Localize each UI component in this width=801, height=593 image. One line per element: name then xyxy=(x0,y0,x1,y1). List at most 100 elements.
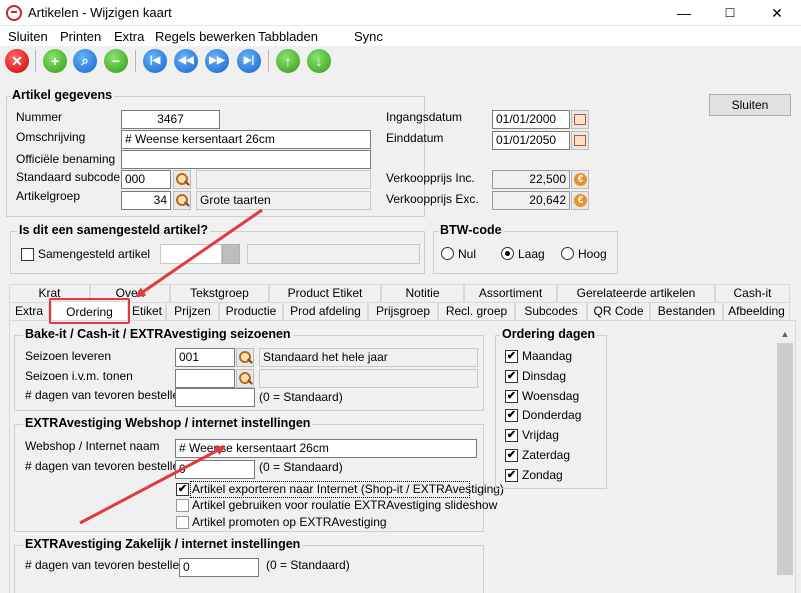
tab-tekstgroep[interactable]: Tekstgroep xyxy=(170,284,269,302)
next-icon[interactable]: ▶▶ xyxy=(205,49,229,73)
tab-qr-code[interactable]: QR Code xyxy=(587,302,650,320)
verkoopprijs-exc-field: 20,642 xyxy=(492,191,570,210)
annotation-highlight-box xyxy=(49,298,130,324)
seizoen-tonen-description xyxy=(259,369,478,388)
btw-radio-laag[interactable] xyxy=(501,247,514,260)
samengesteld-checkbox[interactable] xyxy=(21,248,34,261)
zakelijk-dagen-label: # dagen van tevoren bestellen xyxy=(25,558,186,572)
artikelgroep-field[interactable]: 34 xyxy=(121,191,171,210)
subcode-lookup-icon[interactable] xyxy=(173,170,191,189)
artikelgroep-label: Artikelgroep xyxy=(16,189,81,203)
menu-tabbladen[interactable]: Tabbladen xyxy=(258,29,318,44)
btw-radio-nul[interactable] xyxy=(441,247,454,260)
promoten-checkbox[interactable] xyxy=(176,516,189,529)
zakelijk-dagen-field[interactable]: 0 xyxy=(179,558,259,577)
seizoen-tonen-label: Seizoen i.v.m. tonen xyxy=(25,369,133,383)
ordering-dagen-legend: Ordering dagen xyxy=(500,327,598,341)
toolbar-separator xyxy=(135,50,136,72)
tab-productie[interactable]: Productie xyxy=(219,302,283,320)
einddatum-field[interactable]: 01/01/2050 xyxy=(492,131,570,150)
tab-extra[interactable]: Extra xyxy=(9,302,49,320)
remove-icon[interactable]: − xyxy=(104,49,128,73)
day-label-vrijdag: Vrijdag xyxy=(522,428,559,442)
einddatum-label: Einddatum xyxy=(386,131,444,145)
seizoen-leveren-lookup-icon[interactable] xyxy=(236,348,254,367)
menu-printen[interactable]: Printen xyxy=(60,29,101,44)
day-checkbox-woensdag[interactable]: ✔ xyxy=(505,390,518,403)
omschrijving-field[interactable]: # Weense kersentaart 26cm xyxy=(121,130,371,149)
nummer-field[interactable]: 3467 xyxy=(121,110,220,129)
officiele-benaming-label: Officiële benaming xyxy=(16,152,116,166)
search-icon[interactable]: ⌕ xyxy=(73,49,97,73)
minimize-button[interactable]: — xyxy=(661,0,707,26)
previous-icon[interactable]: ◀◀ xyxy=(174,49,198,73)
calendar-icon[interactable] xyxy=(571,110,589,129)
webshop-naam-field[interactable]: # Weense kersentaart 26cm xyxy=(175,439,477,458)
samengesteld-label: Samengesteld artikel xyxy=(38,247,151,261)
tab-prijzen[interactable]: Prijzen xyxy=(166,302,219,320)
day-label-dinsdag: Dinsdag xyxy=(522,369,567,383)
menu-regels-bewerken[interactable]: Regels bewerken xyxy=(155,29,255,44)
day-label-zaterdag: Zaterdag xyxy=(522,448,571,462)
day-checkbox-zaterdag[interactable]: ✔ xyxy=(505,449,518,462)
seizoen-tonen-lookup-icon[interactable] xyxy=(236,369,254,388)
artikelgroep-lookup-icon[interactable] xyxy=(173,191,191,210)
day-checkbox-zondag[interactable]: ✔ xyxy=(505,469,518,482)
maximize-button[interactable]: ☐ xyxy=(707,0,753,26)
officiele-benaming-field[interactable] xyxy=(121,150,371,169)
seizoen-tonen-field[interactable] xyxy=(175,369,235,388)
euro-icon[interactable]: € xyxy=(571,191,589,210)
btw-nul-label: Nul xyxy=(458,247,477,261)
samengesteld-lookup-button xyxy=(222,244,240,264)
toolbar-separator xyxy=(35,50,36,72)
tab-product-etiket[interactable]: Product Etiket xyxy=(269,284,381,302)
webshop-dagen-label: # dagen van tevoren bestellen xyxy=(25,459,186,473)
menu-extra[interactable]: Extra xyxy=(114,29,144,44)
close-icon[interactable]: ✕ xyxy=(5,49,29,73)
ingangsdatum-field[interactable]: 01/01/2000 xyxy=(492,110,570,129)
vertical-scrollbar[interactable]: ▲ xyxy=(776,326,794,593)
btw-radio-hoog[interactable] xyxy=(561,247,574,260)
calendar-icon[interactable] xyxy=(571,131,589,150)
zakelijk-legend: EXTRAvestiging Zakelijk / internet inste… xyxy=(23,537,303,551)
tab-recl-groep[interactable]: Recl. groep xyxy=(438,302,515,320)
down-icon[interactable]: ↓ xyxy=(307,49,331,73)
day-checkbox-dinsdag[interactable]: ✔ xyxy=(505,370,518,383)
app-logo-icon xyxy=(6,5,22,21)
last-icon[interactable]: ▶| xyxy=(237,49,261,73)
close-window-button[interactable]: ✕ xyxy=(754,0,800,26)
sluiten-button[interactable]: Sluiten xyxy=(709,94,791,116)
tab-gerelateerde-artikelen[interactable]: Gerelateerde artikelen xyxy=(557,284,715,302)
subcode-description xyxy=(196,170,371,189)
euro-icon[interactable]: € xyxy=(571,170,589,189)
export-internet-label: Artikel exporteren naar Internet (Shop-i… xyxy=(192,482,504,496)
menu-sluiten[interactable]: Sluiten xyxy=(8,29,48,44)
tab-etiket[interactable]: Etiket xyxy=(128,302,166,320)
seizoen-dagen-field[interactable] xyxy=(175,388,255,407)
day-checkbox-maandag[interactable]: ✔ xyxy=(505,350,518,363)
slideshow-checkbox[interactable] xyxy=(176,499,189,512)
subcode-field[interactable]: 000 xyxy=(121,170,171,189)
tab-assortiment[interactable]: Assortiment xyxy=(464,284,557,302)
scroll-up-arrow-icon[interactable]: ▲ xyxy=(776,326,794,343)
tab-prod-afdeling[interactable]: Prod afdeling xyxy=(283,302,368,320)
verkoopprijs-inc-label: Verkoopprijs Inc. xyxy=(386,171,475,185)
tab-bestanden[interactable]: Bestanden xyxy=(650,302,723,320)
tab-afbeelding[interactable]: Afbeelding xyxy=(723,302,790,320)
day-label-donderdag: Donderdag xyxy=(522,408,582,422)
webshop-dagen-field[interactable]: 0 xyxy=(175,460,255,479)
add-icon[interactable]: + xyxy=(43,49,67,73)
day-checkbox-vrijdag[interactable]: ✔ xyxy=(505,429,518,442)
day-checkbox-donderdag[interactable]: ✔ xyxy=(505,409,518,422)
seizoen-leveren-field[interactable]: 001 xyxy=(175,348,235,367)
tab-prijsgroep[interactable]: Prijsgroep xyxy=(368,302,438,320)
menu-sync[interactable]: Sync xyxy=(354,29,383,44)
tab-cash-it[interactable]: Cash-it xyxy=(715,284,790,302)
up-icon[interactable]: ↑ xyxy=(276,49,300,73)
tab-notitie[interactable]: Notitie xyxy=(381,284,464,302)
first-icon[interactable]: |◀ xyxy=(143,49,167,73)
window-title: Artikelen - Wijzigen kaart xyxy=(28,5,172,20)
scrollbar-thumb[interactable] xyxy=(777,343,793,575)
export-internet-checkbox[interactable]: ✔ xyxy=(176,483,189,496)
tab-subcodes[interactable]: Subcodes xyxy=(515,302,587,320)
